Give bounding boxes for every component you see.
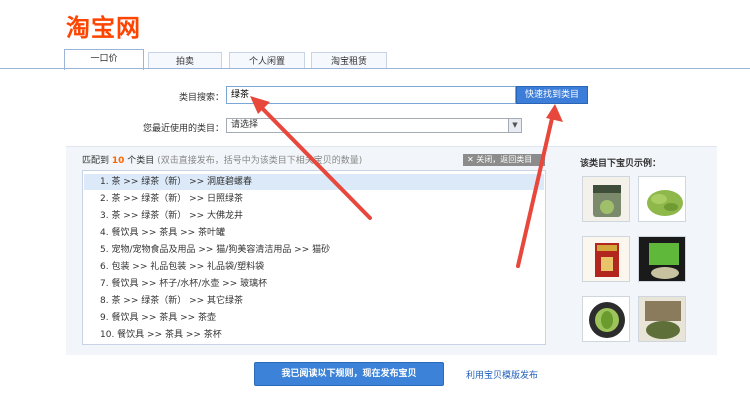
arrow-to-search-input bbox=[250, 96, 372, 220]
arrow-to-search-button bbox=[516, 104, 563, 268]
annotation-arrows bbox=[250, 96, 563, 268]
